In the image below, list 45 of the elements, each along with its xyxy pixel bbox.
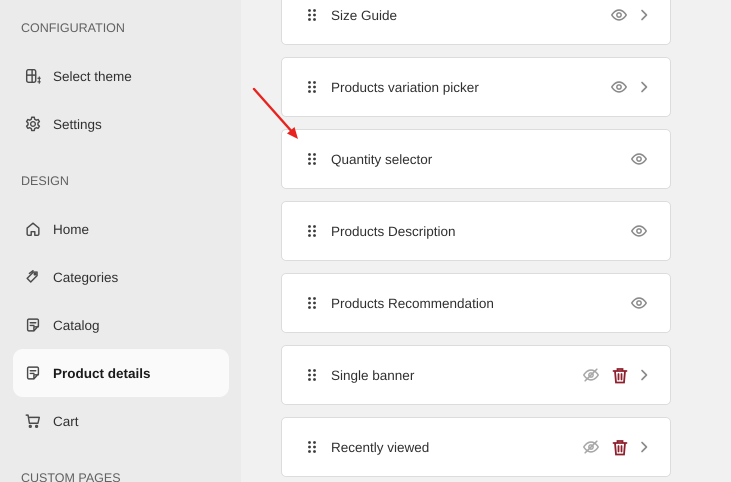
chevron-right-icon[interactable] (640, 369, 648, 381)
block-label: Quantity selector (331, 152, 434, 166)
sidebar-item[interactable]: Cart (13, 397, 229, 445)
section-heading: CONFIGURATION (20, 20, 126, 37)
block-card[interactable]: Size Guide (281, 0, 671, 45)
trash-icon[interactable] (612, 366, 628, 384)
section-heading: CUSTOM PAGES (20, 470, 122, 482)
note-icon (24, 364, 42, 382)
drag-handle-icon[interactable] (308, 9, 316, 21)
sidebar-item[interactable]: Catalog (13, 301, 229, 349)
block-label: Products variation picker (331, 80, 480, 94)
theme-icon (24, 67, 42, 85)
drag-handle-icon[interactable] (308, 441, 316, 453)
drag-handle-icon[interactable] (308, 153, 316, 165)
block-label: Products Recommendation (331, 296, 495, 310)
block-label: Recently viewed (331, 440, 430, 454)
eye-slash-icon[interactable] (582, 366, 600, 384)
sidebar-item[interactable]: Select theme (13, 52, 229, 100)
home-icon (24, 220, 42, 238)
note-icon (24, 316, 42, 334)
block-card[interactable]: Quantity selector (281, 129, 671, 189)
settings-icon (24, 115, 42, 133)
block-label: Size Guide (331, 8, 398, 22)
sidebar-item[interactable]: Categories (13, 253, 229, 301)
block-card[interactable]: Recently viewed (281, 417, 671, 477)
drag-handle-icon[interactable] (308, 297, 316, 309)
block-label: Products Description (331, 224, 457, 238)
block-label: Single banner (331, 368, 416, 382)
block-card[interactable]: Products Description (281, 201, 671, 261)
chevron-right-icon[interactable] (640, 9, 648, 21)
cart-icon (24, 412, 42, 430)
trash-icon[interactable] (612, 438, 628, 456)
block-card[interactable]: Products Recommendation (281, 273, 671, 333)
drag-handle-icon[interactable] (308, 369, 316, 381)
sidebar-item[interactable]: Settings (13, 100, 229, 148)
eye-slash-icon[interactable] (582, 438, 600, 456)
block-card[interactable]: Single banner (281, 345, 671, 405)
chevron-right-icon[interactable] (640, 81, 648, 93)
sidebar-item[interactable]: Home (13, 205, 229, 253)
sidebar-item[interactable]: Product details (13, 349, 229, 397)
block-card[interactable]: Products variation picker (281, 57, 671, 117)
drag-handle-icon[interactable] (308, 225, 316, 237)
drag-handle-icon[interactable] (308, 81, 316, 93)
section-heading: DESIGN (20, 173, 70, 190)
chevron-right-icon[interactable] (640, 441, 648, 453)
